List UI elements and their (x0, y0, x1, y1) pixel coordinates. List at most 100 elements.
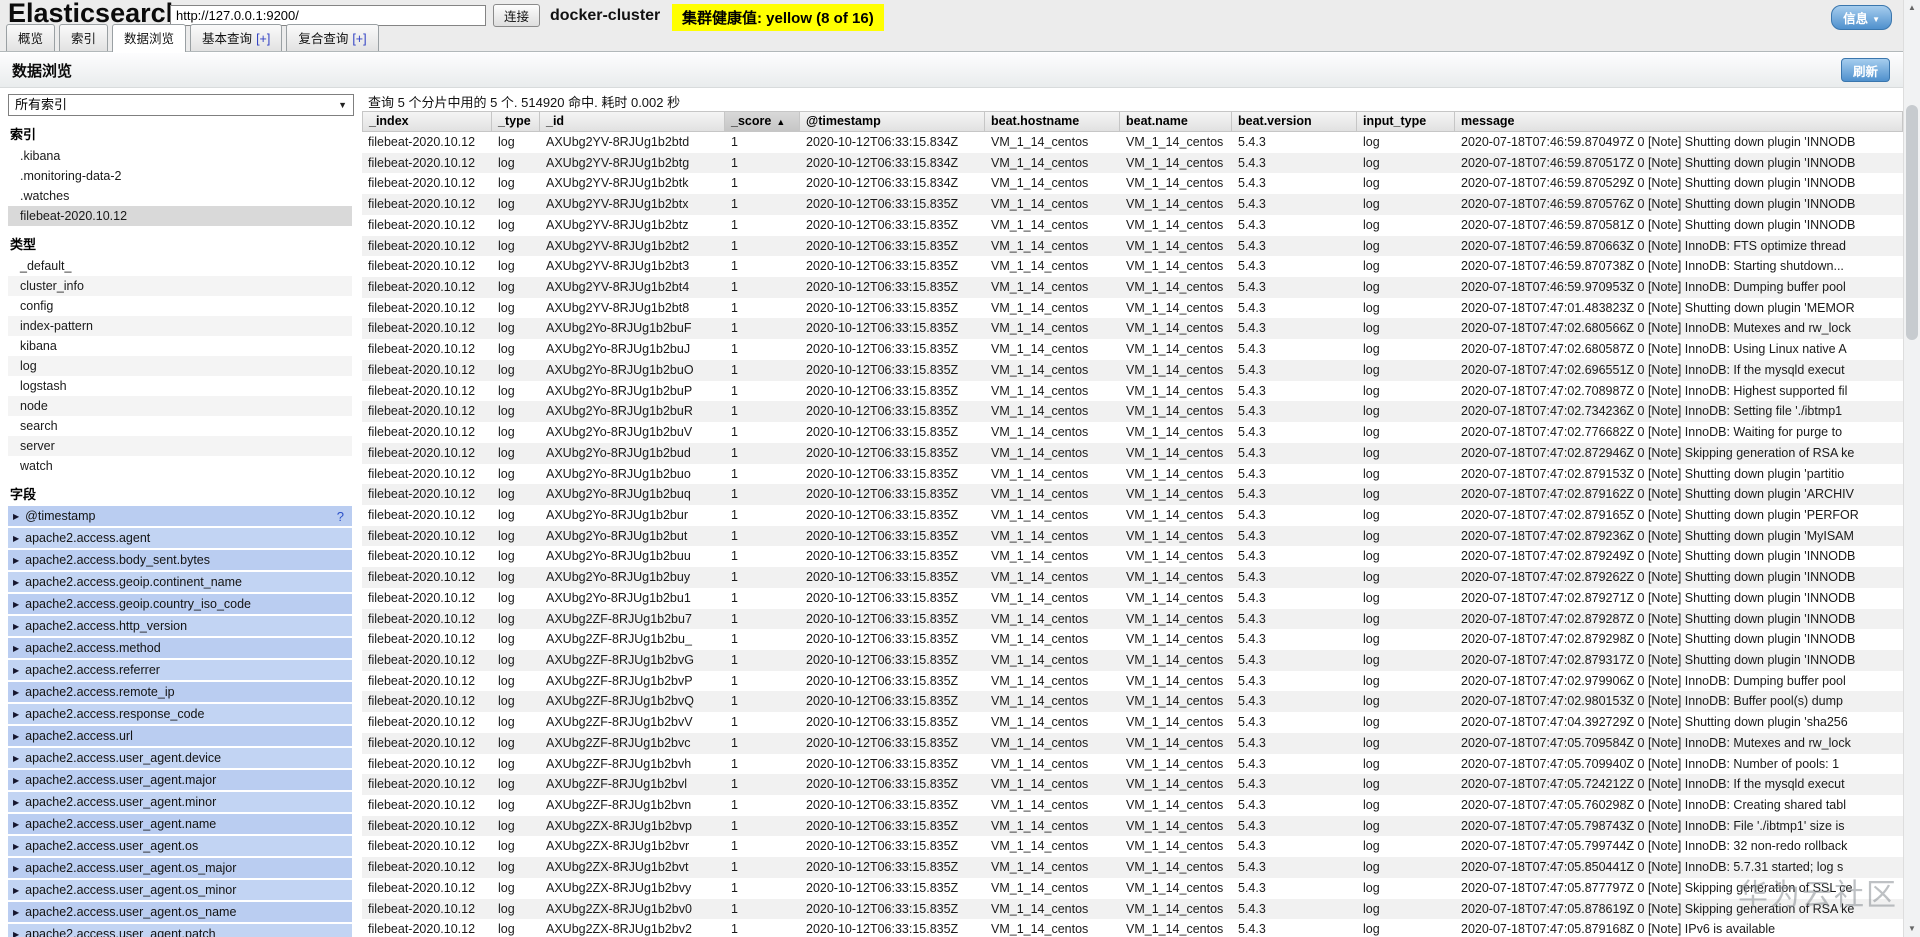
cell-beat-version: 5.4.3 (1238, 777, 1266, 792)
tab-basic-query[interactable]: 基本查询 [+] (190, 24, 283, 51)
type-item[interactable]: log (8, 356, 352, 376)
table-row[interactable]: filebeat-2020.10.12 log AXUbg2YV-8RJUg1b… (362, 298, 1903, 319)
column-header-score[interactable]: _score ▲ (725, 111, 800, 132)
table-row[interactable]: filebeat-2020.10.12 log AXUbg2YV-8RJUg1b… (362, 173, 1903, 194)
table-row[interactable]: filebeat-2020.10.12 log AXUbg2ZF-8RJUg1b… (362, 795, 1903, 816)
field-item[interactable]: ▶ apache2.access.referrer (8, 660, 352, 680)
table-row[interactable]: filebeat-2020.10.12 log AXUbg2YV-8RJUg1b… (362, 277, 1903, 298)
scroll-up-icon[interactable]: ▲ (1904, 0, 1920, 16)
type-item[interactable]: logstash (8, 376, 352, 396)
tab-indices[interactable]: 索引 (59, 24, 109, 51)
table-row[interactable]: filebeat-2020.10.12 log AXUbg2Yo-8RJUg1b… (362, 401, 1903, 423)
table-row[interactable]: filebeat-2020.10.12 log AXUbg2Yo-8RJUg1b… (362, 484, 1903, 505)
field-item[interactable]: ▶ apache2.access.user_agent.name (8, 814, 352, 834)
tab-data-browser[interactable]: 数据浏览 (112, 24, 187, 52)
field-item[interactable]: ▶ apache2.access.agent (8, 528, 352, 548)
table-row[interactable]: filebeat-2020.10.12 log AXUbg2YV-8RJUg1b… (362, 235, 1903, 257)
field-item[interactable]: ▶ apache2.access.user_agent.os_major (8, 858, 352, 878)
index-item[interactable]: .watches (8, 186, 352, 206)
table-row[interactable]: filebeat-2020.10.12 log AXUbg2ZF-8RJUg1b… (362, 629, 1903, 650)
table-row[interactable]: filebeat-2020.10.12 log AXUbg2Yo-8RJUg1b… (362, 318, 1903, 340)
column-header-message[interactable]: message (1455, 111, 1903, 132)
field-item[interactable]: ▶ apache2.access.remote_ip (8, 682, 352, 702)
index-item-selected[interactable]: filebeat-2020.10.12 (8, 206, 352, 226)
field-item[interactable]: ▶ apache2.access.body_sent.bytes (8, 550, 352, 570)
table-row[interactable]: filebeat-2020.10.12 log AXUbg2Yo-8RJUg1b… (362, 381, 1903, 402)
field-item[interactable]: ▶ apache2.access.user_agent.patch (8, 924, 352, 937)
field-item[interactable]: ▶ apache2.access.http_version (8, 616, 352, 636)
vertical-scrollbar[interactable]: ▲ ▼ (1903, 0, 1920, 937)
field-item[interactable]: ▶ apache2.access.method (8, 638, 352, 658)
index-item[interactable]: .kibana (8, 146, 352, 166)
type-item[interactable]: kibana (8, 336, 352, 356)
type-item[interactable]: cluster_info (8, 276, 352, 296)
index-filter-select[interactable]: 所有索引 ▼ (8, 94, 354, 116)
table-row[interactable]: filebeat-2020.10.12 log AXUbg2YV-8RJUg1b… (362, 256, 1903, 277)
table-row[interactable]: filebeat-2020.10.12 log AXUbg2Yo-8RJUg1b… (362, 567, 1903, 588)
table-row[interactable]: filebeat-2020.10.12 log AXUbg2Yo-8RJUg1b… (362, 359, 1903, 381)
field-item[interactable]: ▶ apache2.access.url (8, 726, 352, 746)
field-item[interactable]: ▶ apache2.access.geoip.country_iso_code (8, 594, 352, 614)
tab-compound-query[interactable]: 复合查询 [+] (286, 24, 379, 51)
column-header-beat-name[interactable]: beat.name (1120, 111, 1232, 132)
column-header-beat-version[interactable]: beat.version (1232, 111, 1357, 132)
field-item[interactable]: ▶ @timestamp ? (8, 506, 352, 526)
table-row[interactable]: filebeat-2020.10.12 log AXUbg2ZF-8RJUg1b… (362, 774, 1903, 795)
table-row[interactable]: filebeat-2020.10.12 log AXUbg2ZX-8RJUg1b… (362, 836, 1903, 857)
table-row[interactable]: filebeat-2020.10.12 log AXUbg2Yo-8RJUg1b… (362, 442, 1903, 464)
help-icon[interactable]: ? (337, 509, 352, 524)
type-item[interactable]: search (8, 416, 352, 436)
type-item[interactable]: index-pattern (8, 316, 352, 336)
table-row[interactable]: filebeat-2020.10.12 log AXUbg2Yo-8RJUg1b… (362, 464, 1903, 485)
scroll-down-icon[interactable]: ▼ (1904, 921, 1920, 937)
type-item[interactable]: config (8, 296, 352, 316)
info-button[interactable]: 信息 ▼ (1831, 5, 1892, 30)
table-row[interactable]: filebeat-2020.10.12 log AXUbg2YV-8RJUg1b… (362, 194, 1903, 215)
connect-button[interactable]: 连接 (493, 4, 541, 27)
type-item[interactable]: _default_ (8, 256, 352, 276)
column-header-type[interactable]: _type (492, 111, 540, 132)
column-header-beat-hostname[interactable]: beat.hostname (985, 111, 1120, 132)
field-item[interactable]: ▶ apache2.access.user_agent.os_name (8, 902, 352, 922)
type-item[interactable]: node (8, 396, 352, 416)
table-row[interactable]: filebeat-2020.10.12 log AXUbg2ZF-8RJUg1b… (362, 671, 1903, 692)
table-row[interactable]: filebeat-2020.10.12 log AXUbg2ZX-8RJUg1b… (362, 857, 1903, 878)
table-row[interactable]: filebeat-2020.10.12 log AXUbg2ZX-8RJUg1b… (362, 898, 1903, 920)
table-row[interactable]: filebeat-2020.10.12 log AXUbg2ZF-8RJUg1b… (362, 691, 1903, 713)
column-header-timestamp[interactable]: @timestamp (800, 111, 985, 132)
table-row[interactable]: filebeat-2020.10.12 log AXUbg2YV-8RJUg1b… (362, 132, 1903, 153)
field-item[interactable]: ▶ apache2.access.user_agent.minor (8, 792, 352, 812)
field-item[interactable]: ▶ apache2.access.user_agent.major (8, 770, 352, 790)
table-row[interactable]: filebeat-2020.10.12 log AXUbg2Yo-8RJUg1b… (362, 339, 1903, 360)
table-row[interactable]: filebeat-2020.10.12 log AXUbg2Yo-8RJUg1b… (362, 588, 1903, 609)
field-item[interactable]: ▶ apache2.access.response_code (8, 704, 352, 724)
table-row[interactable]: filebeat-2020.10.12 log AXUbg2ZX-8RJUg1b… (362, 815, 1903, 837)
index-item[interactable]: .monitoring-data-2 (8, 166, 352, 186)
table-row[interactable]: filebeat-2020.10.12 log AXUbg2ZX-8RJUg1b… (362, 919, 1903, 937)
refresh-button[interactable]: 刷新 (1840, 58, 1890, 82)
table-row[interactable]: filebeat-2020.10.12 log AXUbg2ZF-8RJUg1b… (362, 732, 1903, 754)
column-header-index[interactable]: _index (362, 111, 492, 132)
type-item[interactable]: server (8, 436, 352, 456)
table-row[interactable]: filebeat-2020.10.12 log AXUbg2ZF-8RJUg1b… (362, 608, 1903, 630)
table-row[interactable]: filebeat-2020.10.12 log AXUbg2ZF-8RJUg1b… (362, 754, 1903, 775)
field-item[interactable]: ▶ apache2.access.geoip.continent_name (8, 572, 352, 592)
table-row[interactable]: filebeat-2020.10.12 log AXUbg2Yo-8RJUg1b… (362, 546, 1903, 567)
table-row[interactable]: filebeat-2020.10.12 log AXUbg2Yo-8RJUg1b… (362, 422, 1903, 443)
table-row[interactable]: filebeat-2020.10.12 log AXUbg2Yo-8RJUg1b… (362, 525, 1903, 547)
table-row[interactable]: filebeat-2020.10.12 log AXUbg2YV-8RJUg1b… (362, 152, 1903, 174)
field-item[interactable]: ▶ apache2.access.user_agent.os (8, 836, 352, 856)
table-row[interactable]: filebeat-2020.10.12 log AXUbg2ZF-8RJUg1b… (362, 712, 1903, 733)
column-header-input-type[interactable]: input_type (1357, 111, 1455, 132)
field-item[interactable]: ▶ apache2.access.user_agent.os_minor (8, 880, 352, 900)
table-row[interactable]: filebeat-2020.10.12 log AXUbg2Yo-8RJUg1b… (362, 505, 1903, 526)
server-url-input[interactable] (170, 5, 486, 26)
table-row[interactable]: filebeat-2020.10.12 log AXUbg2ZX-8RJUg1b… (362, 878, 1903, 899)
type-item[interactable]: watch (8, 456, 352, 476)
field-item[interactable]: ▶ apache2.access.user_agent.device (8, 748, 352, 768)
table-row[interactable]: filebeat-2020.10.12 log AXUbg2ZF-8RJUg1b… (362, 649, 1903, 671)
table-row[interactable]: filebeat-2020.10.12 log AXUbg2YV-8RJUg1b… (362, 215, 1903, 236)
scrollbar-thumb[interactable] (1906, 105, 1918, 340)
column-header-id[interactable]: _id (540, 111, 725, 132)
tab-overview[interactable]: 概览 (6, 24, 56, 51)
